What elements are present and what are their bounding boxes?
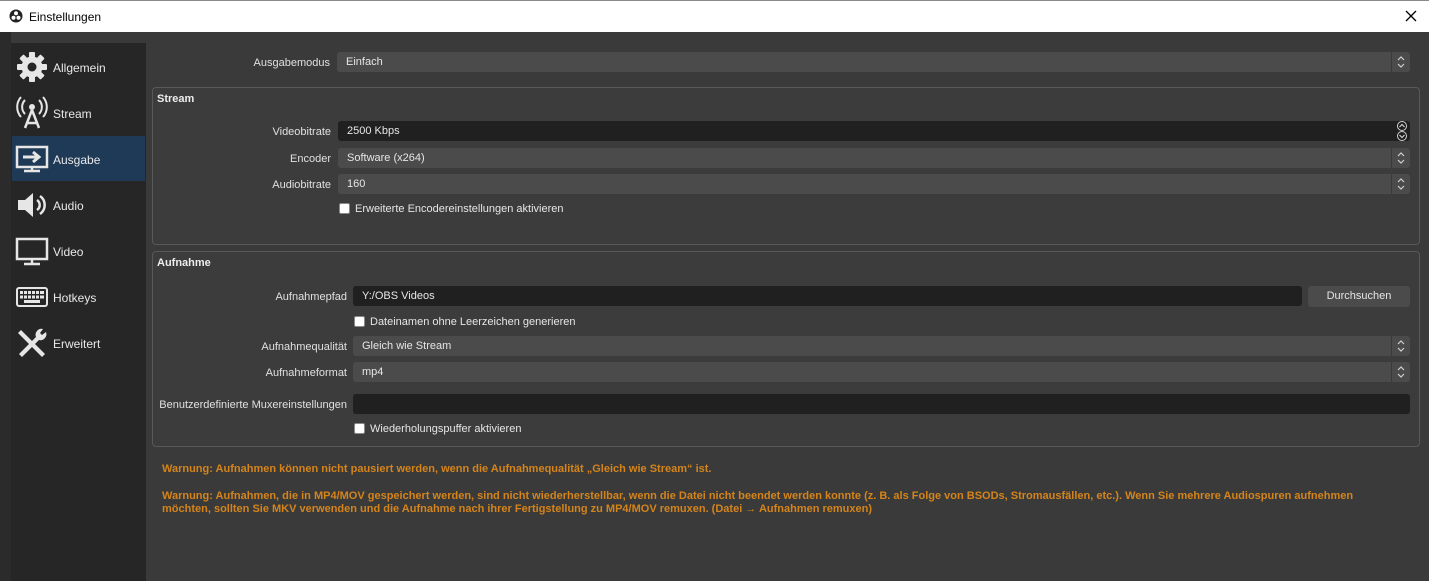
sidebar-item-label: Hotkeys xyxy=(53,291,97,305)
tools-icon xyxy=(18,328,47,357)
sidebar-item-label: Allgemein xyxy=(53,61,106,75)
sidebar-item-label: Stream xyxy=(53,107,92,121)
advanced-encoder-checkbox[interactable] xyxy=(339,203,350,214)
sidebar-item-advanced[interactable]: Erweitert xyxy=(12,320,145,365)
sidebar-item-label: Video xyxy=(53,245,84,259)
chevron-updown-icon xyxy=(1391,174,1405,194)
sidebar-item-label: Ausgabe xyxy=(53,153,101,167)
stream-group: Stream Videobitrate 2500 Kbps Encoder So… xyxy=(152,87,1420,245)
chevron-updown-icon xyxy=(1391,148,1405,168)
recording-quality-select[interactable]: Gleich wie Stream xyxy=(353,336,1410,356)
window-frame xyxy=(0,32,11,581)
encoder-select[interactable]: Software (x264) xyxy=(338,148,1410,168)
output-mode-select[interactable]: Einfach xyxy=(337,52,1410,72)
recording-format-value: mp4 xyxy=(362,366,384,378)
recording-path-value: Y:/OBS Videos xyxy=(362,290,435,302)
muxer-settings-label: Benutzerdefinierte Muxereinstellungen xyxy=(159,399,347,411)
recording-format-label: Aufnahmeformat xyxy=(265,367,347,379)
audiobitrate-label: Audiobitrate xyxy=(272,179,331,191)
sidebar-item-label: Erweitert xyxy=(53,337,101,351)
audiobitrate-select[interactable]: 160 xyxy=(338,174,1410,194)
settings-sidebar: Allgemein Stream Ausgabe Audio Video Hot… xyxy=(11,43,146,581)
encoder-label: Encoder xyxy=(290,153,331,165)
sidebar-item-label: Audio xyxy=(53,199,84,213)
close-icon xyxy=(1405,10,1417,22)
obs-logo-icon xyxy=(9,9,23,23)
no-spaces-checkbox[interactable] xyxy=(354,316,365,327)
output-monitor-icon xyxy=(15,145,49,173)
videobitrate-label: Videobitrate xyxy=(272,126,331,138)
sidebar-item-video[interactable]: Video xyxy=(12,228,145,273)
chevron-updown-icon xyxy=(1391,336,1405,356)
speaker-icon xyxy=(18,193,46,217)
monitor-icon xyxy=(15,237,49,266)
videobitrate-value: 2500 Kbps xyxy=(347,125,400,137)
sidebar-item-audio[interactable]: Audio xyxy=(12,182,145,227)
recording-group: Aufnahme Aufnahmepfad Y:/OBS Videos Durc… xyxy=(152,251,1420,447)
videobitrate-spinbox[interactable]: 2500 Kbps xyxy=(338,121,1410,141)
sidebar-item-hotkeys[interactable]: Hotkeys xyxy=(12,274,145,319)
stream-group-title: Stream xyxy=(157,93,195,105)
audiobitrate-value: 160 xyxy=(347,178,366,190)
replay-buffer-label: Wiederholungspuffer aktivieren xyxy=(370,423,522,435)
output-mode-label: Ausgabemodus xyxy=(253,57,330,69)
encoder-value: Software (x264) xyxy=(347,152,425,164)
sidebar-item-general[interactable]: Allgemein xyxy=(12,44,145,89)
window-title: Einstellungen xyxy=(29,10,102,24)
chevron-updown-icon xyxy=(1391,52,1405,72)
recording-quality-label: Aufnahmequalität xyxy=(261,341,347,353)
broadcast-antenna-icon xyxy=(16,96,48,129)
no-spaces-label: Dateinamen ohne Leerzeichen generieren xyxy=(370,316,576,328)
chevron-updown-icon xyxy=(1391,362,1405,382)
spinner-arrows-icon[interactable] xyxy=(1394,121,1410,141)
warning-mp4-text: Warnung: Aufnahmen, die in MP4/MOV gespe… xyxy=(162,490,1354,515)
close-button[interactable] xyxy=(1399,5,1423,27)
browse-button[interactable]: Durchsuchen xyxy=(1308,286,1410,307)
output-mode-value: Einfach xyxy=(346,56,383,68)
recording-format-select[interactable]: mp4 xyxy=(353,362,1410,382)
replay-buffer-checkbox[interactable] xyxy=(354,423,365,434)
recording-path-input[interactable]: Y:/OBS Videos xyxy=(353,286,1302,306)
window-titlebar: Einstellungen xyxy=(0,0,1429,32)
recording-path-label: Aufnahmepfad xyxy=(275,291,347,303)
output-settings-panel: Ausgabemodus Einfach Stream Videobitrate… xyxy=(146,32,1429,581)
sidebar-item-stream[interactable]: Stream xyxy=(12,90,145,135)
recording-group-title: Aufnahme xyxy=(157,257,211,269)
keyboard-icon xyxy=(16,287,48,307)
sidebar-item-output[interactable]: Ausgabe xyxy=(12,136,145,181)
advanced-encoder-label: Erweiterte Encodereinstellungen aktivier… xyxy=(355,203,564,215)
gear-icon xyxy=(17,52,47,82)
muxer-settings-input[interactable] xyxy=(353,394,1410,414)
warning-pause-text: Warnung: Aufnahmen können nicht pausiert… xyxy=(162,463,712,475)
recording-quality-value: Gleich wie Stream xyxy=(362,340,452,352)
